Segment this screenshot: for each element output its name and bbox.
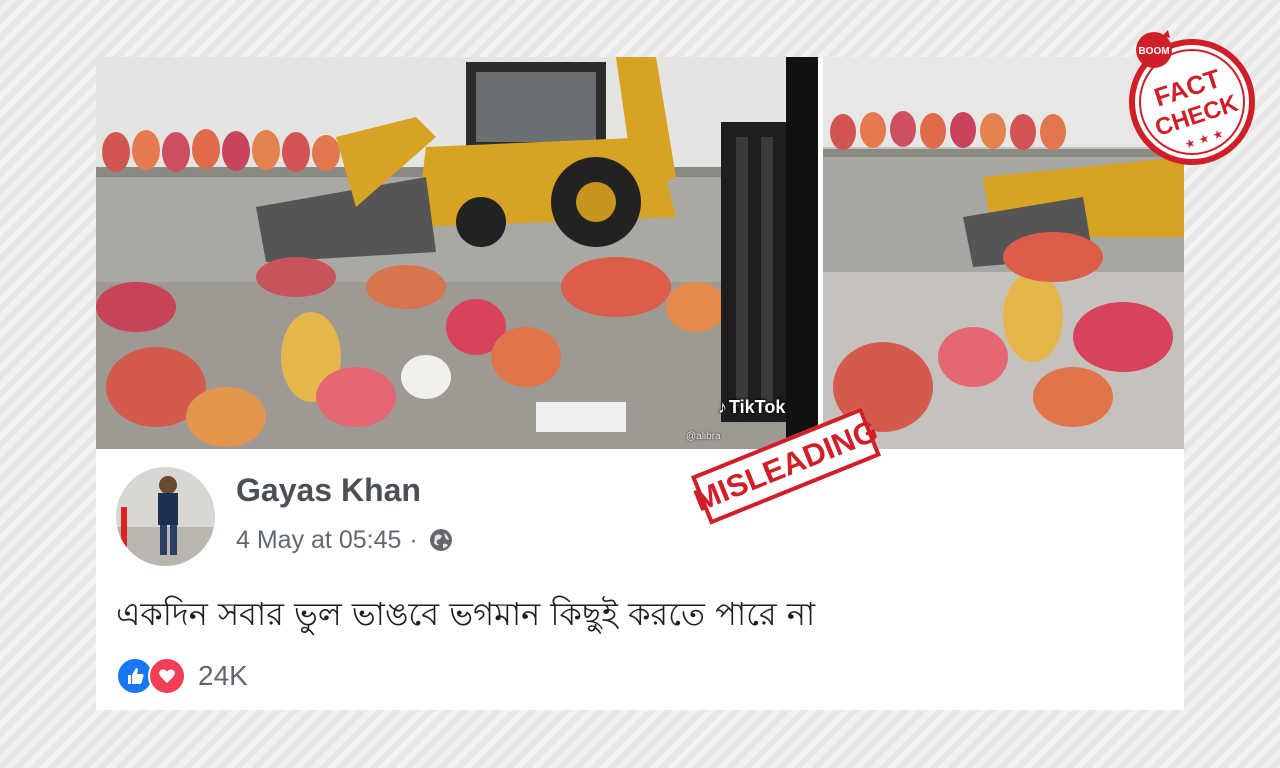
tiktok-watermark: ♪ TikTok — [718, 397, 785, 418]
tiktok-icon: ♪ — [718, 397, 727, 417]
boom-text: BOOM — [1138, 46, 1169, 57]
love-icon — [148, 657, 186, 695]
tiktok-label: TikTok — [729, 397, 786, 417]
boom-fact-check-logo: FACT CHECK ★ ★ ★ BOOM — [1122, 30, 1262, 170]
reaction-count[interactable]: 24K — [198, 660, 248, 692]
avatar[interactable] — [116, 467, 215, 566]
facebook-post-card: ♪ TikTok @alibra Gayas Khan 4 May at 05:… — [96, 57, 1184, 710]
post-meta: 4 May at 05:45 · — [236, 525, 456, 555]
post-timestamp[interactable]: 4 May at 05:45 — [236, 526, 401, 555]
author-name[interactable]: Gayas Khan — [236, 472, 421, 509]
post-text: একদিন সবার ভুল ভাঙবে ভগমান কিছুই করতে পা… — [116, 595, 816, 633]
post-media[interactable]: ♪ TikTok @alibra — [96, 57, 1184, 449]
globe-icon[interactable] — [426, 525, 456, 555]
tiktok-handle: @alibra — [686, 431, 721, 442]
video-frame-left: ♪ TikTok @alibra — [96, 57, 818, 449]
reactions-bar[interactable]: 24K — [116, 657, 248, 695]
meta-separator: · — [409, 525, 418, 554]
